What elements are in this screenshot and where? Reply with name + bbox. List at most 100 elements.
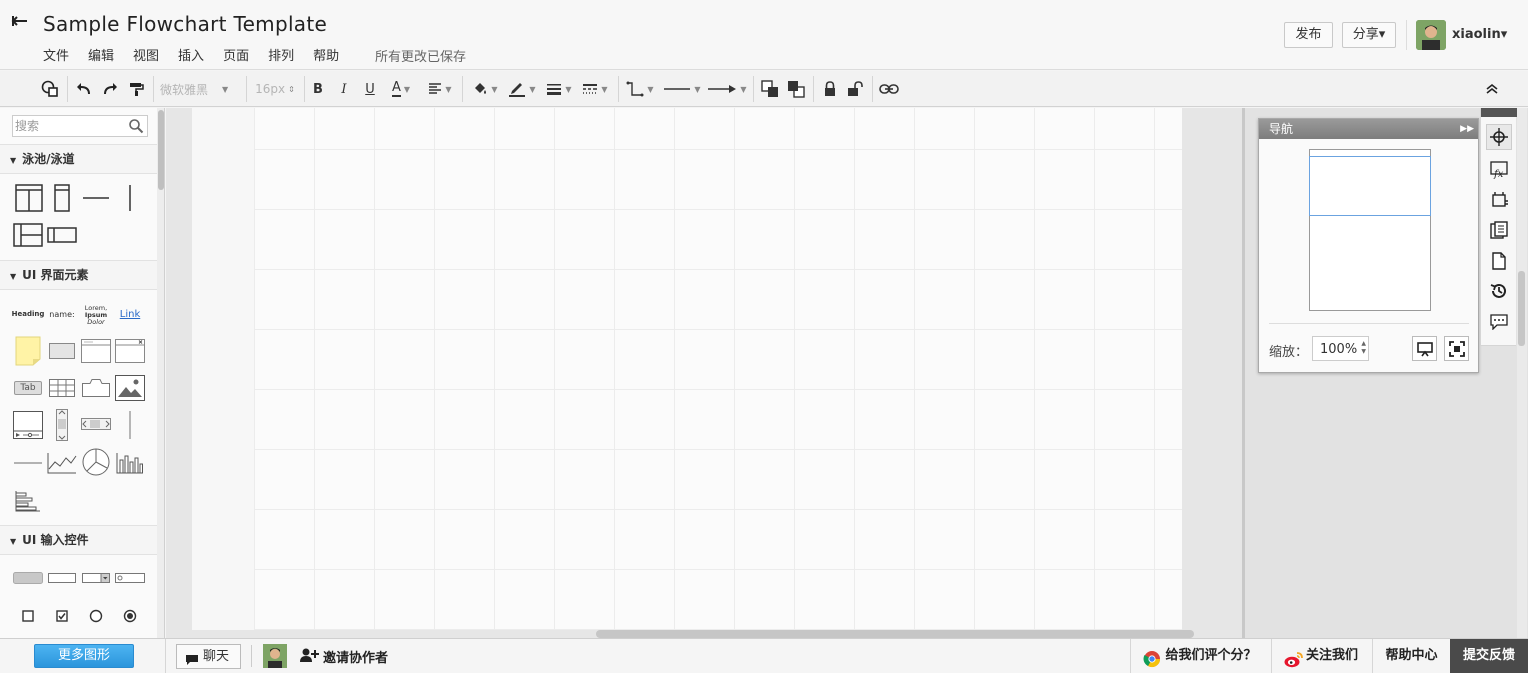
shape-button[interactable] [48, 340, 76, 362]
menu-view[interactable]: 视图 [133, 45, 159, 64]
history-icon[interactable] [1486, 278, 1512, 304]
undo-icon[interactable] [74, 78, 94, 100]
send-back-icon[interactable] [786, 78, 806, 100]
shape-pool-horizontal[interactable] [12, 221, 44, 249]
publish-button[interactable]: 发布 [1284, 22, 1333, 48]
back-arrow-icon[interactable] [10, 12, 32, 38]
category-swimlane[interactable]: ▼ 泳池/泳道 [0, 144, 157, 174]
collaborator-avatar[interactable] [263, 644, 287, 668]
shape-folder-tab[interactable] [80, 376, 112, 400]
shape-style-icon[interactable] [38, 78, 62, 100]
shape-video-player[interactable] [12, 410, 44, 440]
lock-icon[interactable] [820, 78, 840, 100]
shape-checkbox-unchecked[interactable] [18, 606, 38, 626]
shape-pool-vertical[interactable] [14, 183, 44, 213]
menu-help[interactable]: 帮助 [313, 45, 339, 64]
shape-sticky-note[interactable] [14, 335, 42, 367]
shape-heading[interactable]: Heading [10, 303, 46, 325]
zoom-stepper[interactable]: 100% ▲ ▼ [1312, 336, 1369, 361]
line-start-button[interactable]: ▼ [662, 78, 702, 100]
shape-line-chart[interactable] [46, 448, 78, 478]
user-avatar[interactable] [1416, 20, 1446, 50]
line-end-arrow-button[interactable]: ▼ [706, 78, 748, 100]
pen-icon[interactable]: ▼ [506, 78, 538, 100]
page-setup-icon[interactable] [1486, 187, 1512, 213]
shape-radio-unchecked[interactable] [86, 606, 106, 626]
comment-icon[interactable] [1486, 309, 1512, 335]
redo-icon[interactable] [100, 78, 120, 100]
italic-button[interactable]: I [336, 78, 352, 100]
search-icon[interactable] [128, 118, 144, 137]
line-style-button[interactable]: ▼ [580, 78, 610, 100]
document-title[interactable]: Sample Flowchart Template [43, 12, 327, 36]
left-panel-scrollbar[interactable] [157, 108, 164, 638]
navigator-target-icon[interactable] [1486, 124, 1512, 150]
line-weight-button[interactable]: ▼ [544, 78, 574, 100]
chat-button[interactable]: 聊天 [176, 644, 241, 669]
shape-table-grid[interactable] [48, 376, 76, 400]
connector-type-button[interactable]: ▼ [624, 78, 656, 100]
shape-dialog-window[interactable] [114, 338, 146, 364]
fit-page-icon[interactable] [1444, 336, 1469, 361]
shape-checkbox-checked[interactable] [52, 606, 72, 626]
share-button[interactable]: 分享▾ [1342, 22, 1396, 48]
formula-icon[interactable]: fx [1486, 157, 1512, 183]
right-scroll-thumb[interactable] [1518, 271, 1525, 346]
underline-button[interactable]: U [362, 78, 378, 100]
shape-horizontal-line[interactable] [12, 448, 44, 478]
shape-search-field[interactable] [114, 570, 146, 586]
shape-lane-horizontal[interactable] [46, 221, 78, 249]
follow-us-button[interactable]: 关注我们 [1271, 639, 1372, 673]
shape-browser-window[interactable] [80, 338, 112, 364]
zoom-value[interactable]: 100% [1320, 342, 1357, 357]
link-icon[interactable] [878, 78, 900, 100]
shape-radio-checked[interactable] [120, 606, 140, 626]
shape-search-input[interactable] [15, 117, 125, 135]
rate-us-button[interactable]: 给我们评个分？ [1130, 639, 1271, 673]
shape-bar-chart[interactable] [114, 448, 146, 478]
more-shapes-button[interactable]: 更多图形 [34, 644, 134, 668]
feedback-button[interactable]: 提交反馈 [1450, 639, 1528, 673]
username-menu[interactable]: xiaolin▾ [1452, 27, 1507, 42]
canvas-horizontal-scrollbar[interactable] [596, 630, 1194, 638]
shape-pie-chart[interactable] [80, 446, 112, 478]
help-center-button[interactable]: 帮助中心 [1372, 639, 1450, 673]
font-color-button[interactable]: A ▼ [386, 78, 416, 100]
canvas-area[interactable] [166, 108, 1242, 638]
menu-file[interactable]: 文件 [43, 45, 69, 64]
unlock-icon[interactable] [845, 78, 865, 100]
menu-edit[interactable]: 编辑 [88, 45, 114, 64]
pages-icon[interactable] [1486, 217, 1512, 243]
shape-text-input[interactable] [46, 570, 78, 586]
canvas-page[interactable] [192, 108, 1182, 630]
fill-bucket-icon[interactable]: ▼ [470, 78, 500, 100]
bring-front-icon[interactable] [760, 78, 780, 100]
shape-image-placeholder[interactable] [114, 374, 146, 402]
font-family-select[interactable]: 微软雅黑 ▼ [160, 78, 238, 100]
shape-input-filled[interactable] [12, 570, 44, 586]
navigator-viewport-box[interactable] [1309, 156, 1431, 216]
left-panel-scroll-thumb[interactable] [158, 110, 164, 190]
category-ui-elements[interactable]: ▼ UI 界面元素 [0, 260, 157, 290]
menu-page[interactable]: 页面 [223, 45, 249, 64]
stepper-arrows-icon[interactable]: ▲ ▼ [1361, 340, 1366, 356]
navigator-header[interactable]: 导航 ▶▶ [1259, 119, 1478, 139]
document-icon[interactable] [1486, 248, 1512, 274]
category-ui-inputs[interactable]: ▼ UI 输入控件 [0, 525, 157, 555]
menu-insert[interactable]: 插入 [178, 45, 204, 64]
shape-horizontal-bar-chart[interactable] [12, 486, 44, 516]
shape-separator-horizontal[interactable] [82, 183, 110, 213]
shape-tab[interactable]: Tab [12, 378, 44, 398]
invite-collaborator-button[interactable]: 邀请协作者 [299, 647, 388, 666]
bold-button[interactable]: B [310, 78, 326, 100]
shape-paragraph[interactable]: Lorem, Ipsum Dolor [80, 301, 112, 329]
collapse-toolbar-icon[interactable] [1482, 78, 1502, 100]
shape-separator-vertical[interactable] [120, 183, 140, 213]
menu-arrange[interactable]: 排列 [268, 45, 294, 64]
text-align-button[interactable]: ▼ [424, 78, 456, 100]
presentation-icon[interactable] [1412, 336, 1437, 361]
shape-dropdown[interactable] [80, 570, 112, 586]
right-scrollbar[interactable] [1517, 108, 1527, 638]
shape-lane-vertical[interactable] [52, 183, 72, 213]
shape-link[interactable]: Link [114, 303, 146, 325]
